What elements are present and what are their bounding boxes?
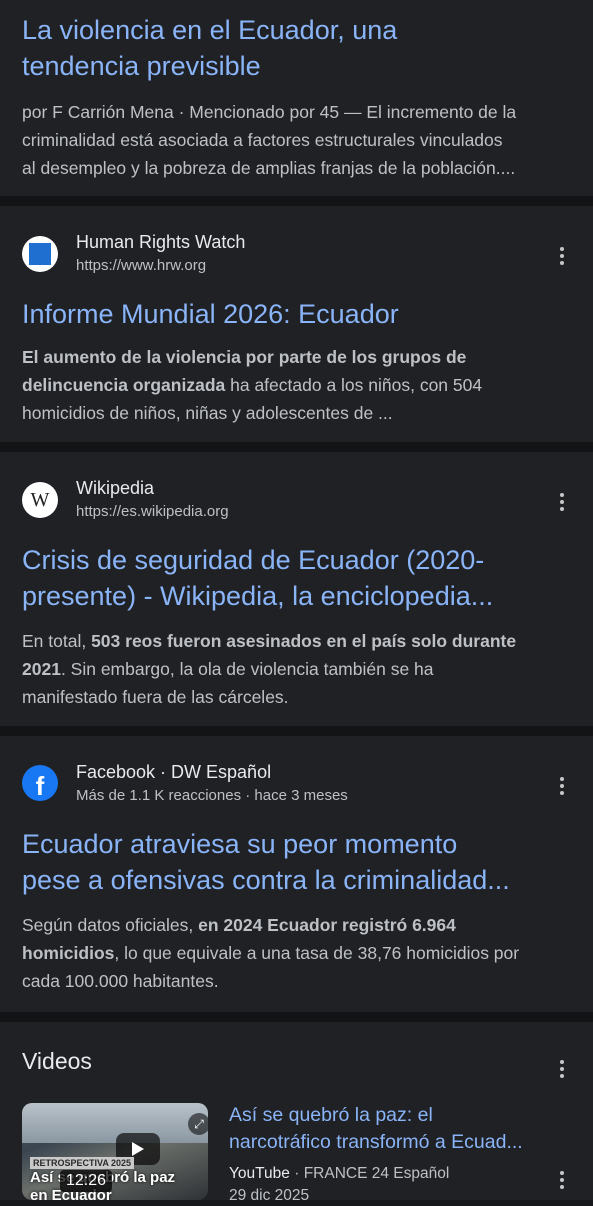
video-thumbnail[interactable]: ⤢ RETROSPECTIVA 2025 Así se quebró la pa… — [22, 1103, 208, 1200]
result-snippet: En total, 503 reos fueron asesinados en … — [22, 631, 517, 707]
result-title-link[interactable]: Ecuador atraviesa su peor momento pese a… — [22, 826, 572, 898]
more-options-icon[interactable] — [552, 1168, 572, 1192]
result-url[interactable]: https://es.wikipedia.org — [76, 502, 229, 522]
divider — [0, 196, 593, 206]
result-snippet: Según datos oficiales, en 2024 Ecuador r… — [22, 915, 520, 991]
divider — [0, 1012, 593, 1022]
wikipedia-favicon-icon: W — [22, 482, 58, 518]
result-title-link[interactable]: Crisis de seguridad de Ecuador (2020- pr… — [22, 542, 572, 614]
result-meta: Más de 1.1 K reacciones · hace 3 meses — [76, 787, 348, 804]
video-date: 29 dic 2025 — [229, 1187, 310, 1204]
more-options-icon[interactable] — [552, 1057, 572, 1081]
video-source: YouTube · FRANCE 24 Español — [229, 1165, 450, 1182]
thumbnail-badge: RETROSPECTIVA 2025 — [30, 1157, 135, 1169]
hrw-favicon-icon — [22, 236, 58, 272]
divider — [0, 726, 593, 736]
expand-icon[interactable]: ⤢ — [188, 1113, 208, 1135]
result-site-name[interactable]: Facebook · DW Español — [76, 761, 271, 783]
video-title-link[interactable]: Así se quebró la paz: el narcotráfico tr… — [229, 1102, 569, 1156]
result-url[interactable]: https://www.hrw.org — [76, 256, 206, 276]
thumbnail-image — [22, 1103, 208, 1143]
result-site-name[interactable]: Wikipedia — [76, 477, 154, 499]
result-snippet: El aumento de la violencia por parte de … — [22, 347, 483, 423]
more-options-icon[interactable] — [552, 490, 572, 514]
divider — [0, 442, 593, 452]
more-options-icon[interactable] — [552, 774, 572, 798]
result-site-name[interactable]: Human Rights Watch — [76, 231, 245, 253]
videos-heading: Videos — [22, 1048, 92, 1074]
result-title-link[interactable]: La violencia en el Ecuador, una tendenci… — [22, 12, 572, 84]
video-duration: 12:26 — [60, 1170, 113, 1192]
result-snippet: por F Carrión Mena · Mencionado por 45 —… — [22, 102, 517, 178]
result-title-link[interactable]: Informe Mundial 2026: Ecuador — [22, 296, 572, 332]
more-options-icon[interactable] — [552, 244, 572, 268]
facebook-favicon-icon: f — [22, 765, 58, 801]
